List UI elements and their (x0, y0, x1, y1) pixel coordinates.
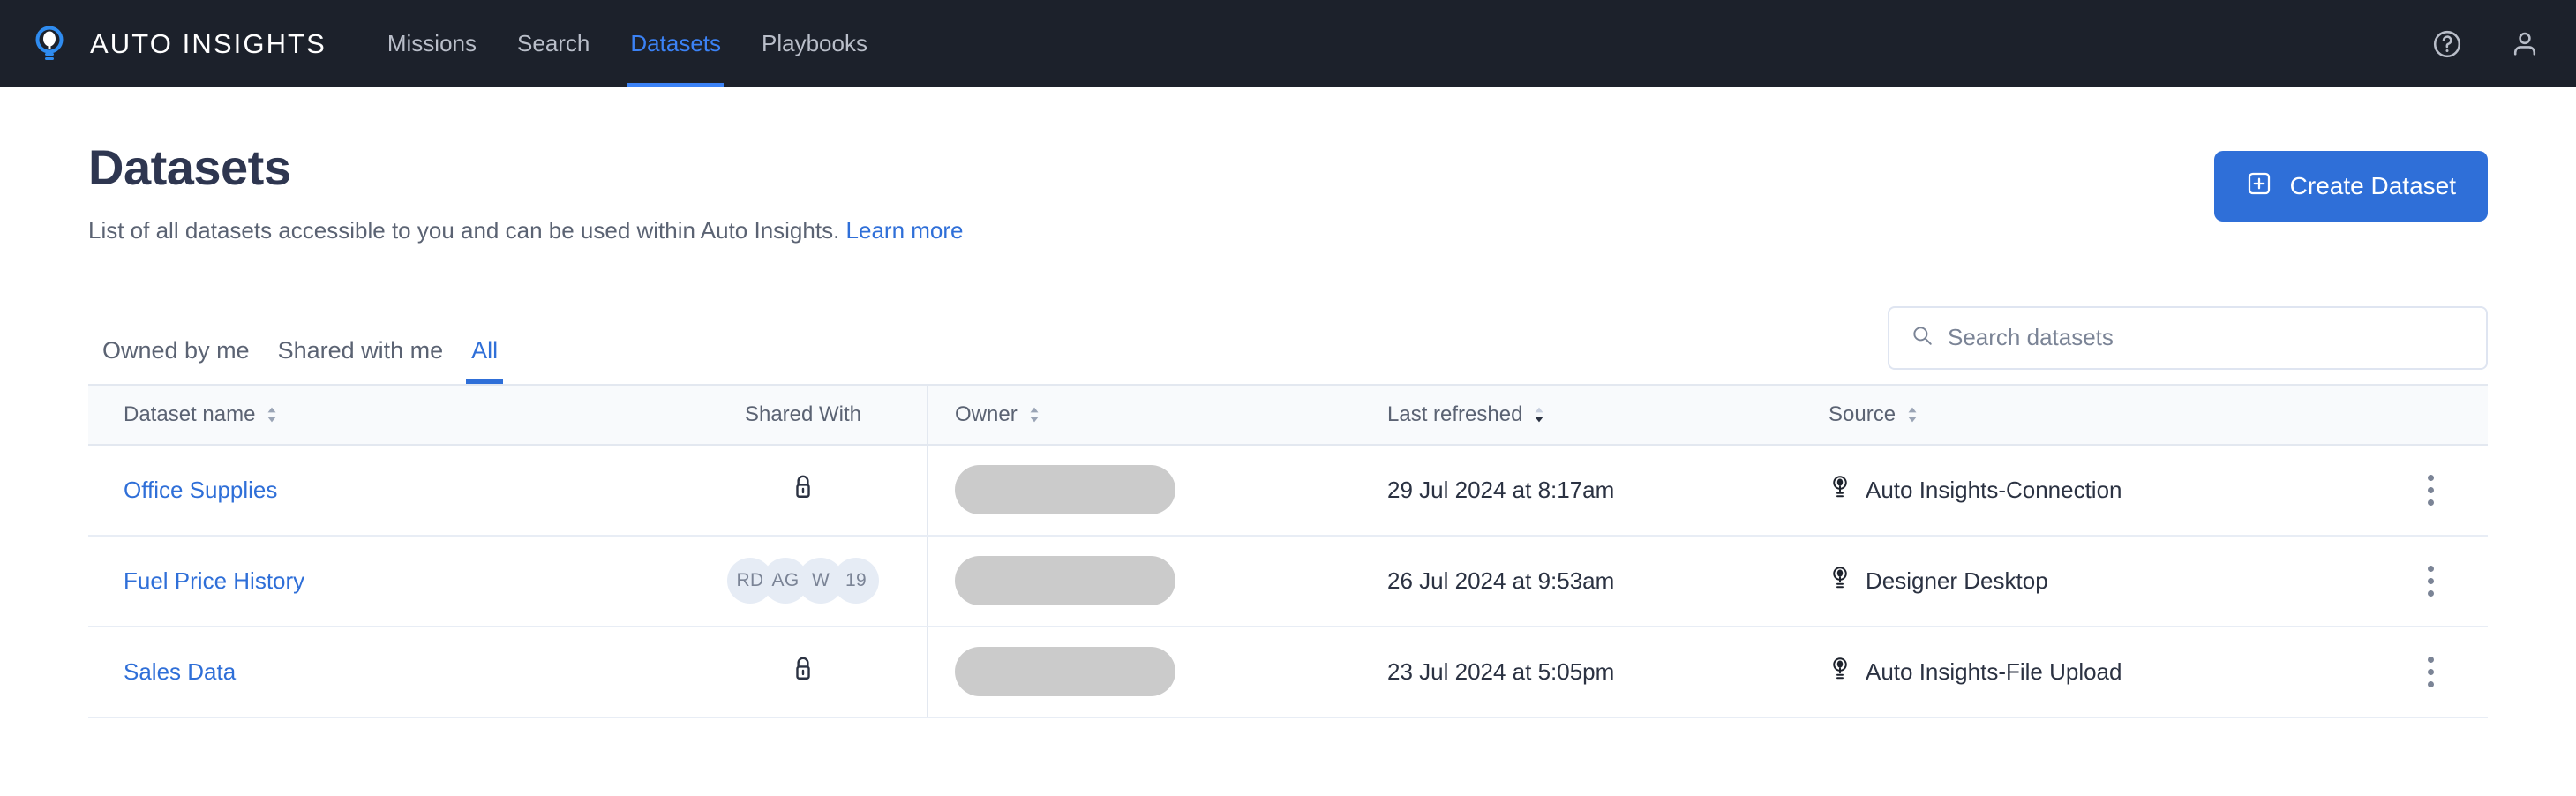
owner-redacted-pill (955, 556, 1175, 605)
nav-item-search[interactable]: Search (497, 0, 610, 87)
page-title: Datasets (88, 142, 2214, 194)
plus-square-icon (2246, 170, 2272, 203)
brand-name: AUTO INSIGHTS (90, 28, 327, 60)
lock-icon (790, 654, 816, 690)
lightbulb-icon (1829, 656, 1851, 688)
table-row[interactable]: Sales Data 23 Jul 2024 at 5:05pm (88, 627, 2488, 718)
create-dataset-button[interactable]: Create Dataset (2214, 151, 2488, 222)
row-actions-cell (2358, 657, 2488, 687)
lightbulb-logo-icon (30, 25, 69, 64)
page-header: Datasets List of all datasets accessible… (88, 87, 2488, 246)
column-header-last-refreshed[interactable]: Last refreshed (1387, 402, 1829, 427)
source-label: Auto Insights-Connection (1866, 477, 2122, 504)
tab-all[interactable]: All (457, 337, 512, 384)
top-navigation-bar: AUTO INSIGHTS Missions Search Datasets P… (0, 0, 2576, 87)
lightbulb-icon (1829, 474, 1851, 507)
source-label: Designer Desktop (1866, 567, 2048, 595)
shared-with-cell: RD AG W 19 (680, 558, 927, 604)
dataset-name-link[interactable]: Office Supplies (124, 477, 277, 504)
source-content: Auto Insights-Connection (1829, 474, 2122, 507)
dataset-name-cell: Fuel Price History (88, 567, 680, 595)
page-subtitle: List of all datasets accessible to you a… (88, 216, 2214, 246)
nav-item-missions[interactable]: Missions (367, 0, 497, 87)
kebab-menu-icon[interactable] (2426, 566, 2435, 597)
owner-cell (928, 556, 1387, 605)
search-datasets-box[interactable] (1888, 306, 2488, 370)
source-cell: Auto Insights-File Upload (1829, 656, 2358, 688)
kebab-menu-icon[interactable] (2426, 475, 2435, 506)
last-refreshed-cell: 23 Jul 2024 at 5:05pm (1387, 658, 1829, 686)
dataset-filter-tabs: Owned by me Shared with me All (88, 337, 512, 384)
column-header-owner[interactable]: Owner (928, 402, 1387, 427)
learn-more-link[interactable]: Learn more (846, 217, 964, 244)
user-icon[interactable] (2507, 26, 2542, 62)
dataset-name-link[interactable]: Sales Data (124, 658, 236, 686)
help-circle-icon[interactable] (2430, 26, 2465, 62)
column-header-source[interactable]: Source (1829, 402, 2358, 427)
page-content: Datasets List of all datasets accessible… (0, 87, 2576, 718)
source-label: Auto Insights-File Upload (1866, 658, 2122, 686)
column-header-dataset-name[interactable]: Dataset name (88, 402, 680, 427)
owner-cell (928, 647, 1387, 696)
primary-nav: Missions Search Datasets Playbooks (367, 0, 888, 87)
column-header-owner-label: Owner (955, 402, 1018, 427)
sort-icon (266, 407, 278, 423)
row-actions-cell (2358, 566, 2488, 597)
lock-icon (790, 472, 816, 508)
page-subtitle-text: List of all datasets accessible to you a… (88, 217, 839, 244)
table-header-row: Dataset name Shared With Owner (88, 384, 2488, 446)
nav-item-playbooks[interactable]: Playbooks (741, 0, 888, 87)
shared-with-cell (680, 472, 927, 508)
search-input[interactable] (1948, 324, 2465, 351)
sort-descending-icon (1533, 407, 1545, 423)
tab-shared-with-me[interactable]: Shared with me (264, 337, 458, 384)
avatar-overflow-count[interactable]: 19 (833, 558, 879, 604)
column-header-shared-with-label: Shared With (745, 402, 861, 427)
nav-item-datasets[interactable]: Datasets (610, 0, 741, 87)
row-actions-cell (2358, 475, 2488, 506)
sort-icon (1906, 407, 1919, 423)
search-icon (1911, 324, 1934, 351)
dataset-name-cell: Sales Data (88, 658, 680, 686)
brand-group[interactable]: AUTO INSIGHTS (30, 25, 327, 64)
lightbulb-icon (1829, 565, 1851, 597)
dataset-name-cell: Office Supplies (88, 477, 680, 504)
create-dataset-label: Create Dataset (2290, 172, 2456, 200)
table-row[interactable]: Office Supplies 29 Jul 2024 at 8:17am (88, 446, 2488, 537)
last-refreshed-cell: 26 Jul 2024 at 9:53am (1387, 567, 1829, 595)
column-header-source-label: Source (1829, 402, 1896, 427)
source-cell: Designer Desktop (1829, 565, 2358, 597)
tab-owned-by-me[interactable]: Owned by me (88, 337, 264, 384)
owner-redacted-pill (955, 465, 1175, 514)
column-header-last-refreshed-label: Last refreshed (1387, 402, 1522, 427)
nav-right-actions (2430, 26, 2542, 62)
kebab-menu-icon[interactable] (2426, 657, 2435, 687)
table-controls: Owned by me Shared with me All (88, 306, 2488, 384)
owner-redacted-pill (955, 647, 1175, 696)
column-header-shared-with: Shared With (680, 402, 927, 427)
owner-cell (928, 465, 1387, 514)
source-cell: Auto Insights-Connection (1829, 474, 2358, 507)
shared-with-avatars[interactable]: RD AG W 19 (727, 558, 879, 604)
shared-with-cell (680, 654, 927, 690)
table-row[interactable]: Fuel Price History RD AG W 19 26 Jul 202… (88, 537, 2488, 627)
datasets-table: Dataset name Shared With Owner (88, 384, 2488, 718)
column-header-dataset-name-label: Dataset name (124, 402, 255, 427)
page-header-text: Datasets List of all datasets accessible… (88, 142, 2214, 246)
dataset-name-link[interactable]: Fuel Price History (124, 567, 304, 595)
sort-icon (1028, 407, 1040, 423)
last-refreshed-cell: 29 Jul 2024 at 8:17am (1387, 477, 1829, 504)
source-content: Auto Insights-File Upload (1829, 656, 2122, 688)
source-content: Designer Desktop (1829, 565, 2048, 597)
